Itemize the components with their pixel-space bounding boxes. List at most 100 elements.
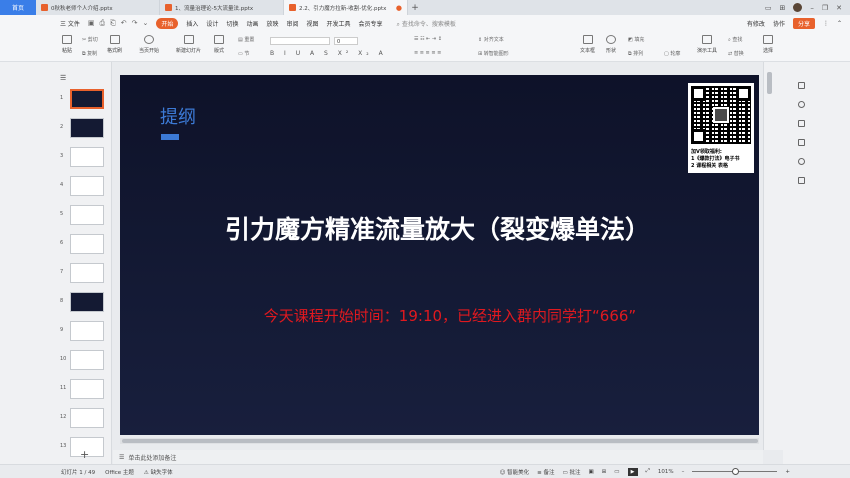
menu-animation[interactable]: 动画 xyxy=(246,19,258,28)
zoom-level[interactable]: 101% xyxy=(658,469,674,475)
save-icon[interactable]: ▣ xyxy=(88,19,95,28)
zoom-slider-knob[interactable] xyxy=(732,468,740,475)
smart-beautify-button[interactable]: ☺ 智能美化 xyxy=(500,468,530,476)
presentation-tools-button[interactable]: 演示工具 xyxy=(697,35,717,54)
theme-name[interactable]: Office 主题 xyxy=(105,468,134,476)
location-icon[interactable] xyxy=(798,158,805,165)
menu-review[interactable]: 审阅 xyxy=(286,19,298,28)
new-tab-button[interactable]: + xyxy=(408,0,422,15)
layout-button[interactable]: 版式 xyxy=(214,35,224,54)
chevron-down-icon[interactable]: ⌄ xyxy=(143,19,149,28)
new-slide-button[interactable]: 新建幻灯片 xyxy=(176,35,201,54)
font-name-select[interactable] xyxy=(270,37,330,45)
slide-thumbnail[interactable] xyxy=(70,176,104,196)
comments-button[interactable]: ▭ 批注 xyxy=(563,468,581,476)
modified-indicator[interactable]: 有修改 xyxy=(747,19,765,28)
grid-icon[interactable]: ⊞ xyxy=(779,4,785,12)
menu-developer[interactable]: 开发工具 xyxy=(327,19,351,28)
horizontal-scrollbar[interactable] xyxy=(120,438,759,444)
menu-start[interactable]: 开始 xyxy=(156,18,179,29)
slideshow-play-button[interactable]: ▶ xyxy=(627,467,638,476)
tab-home[interactable]: 首页 xyxy=(0,0,36,15)
slide-thumbnail[interactable] xyxy=(70,89,104,109)
share-button[interactable]: 分享 xyxy=(792,18,815,29)
animation-icon[interactable] xyxy=(798,120,805,127)
section-button[interactable]: ▭ 节 xyxy=(238,50,249,57)
collapse-ribbon-icon[interactable]: ⌃ xyxy=(837,20,842,27)
smart-art-button[interactable]: ⊞ 转智能图形 xyxy=(478,50,509,57)
zoom-in-button[interactable]: + xyxy=(785,469,790,475)
slide-start-time-note[interactable]: 今天课程开始时间：19:10，已经进入群内同学打“666” xyxy=(120,305,759,326)
slide-thumbnail[interactable] xyxy=(70,118,104,138)
find-button[interactable]: ⌕ 查找 xyxy=(728,36,742,43)
menu-insert[interactable]: 插入 xyxy=(186,19,198,28)
notes-toggle-button[interactable]: ≡ 备注 xyxy=(537,468,554,476)
slide-main-title[interactable]: 引力魔方精准流量放大（裂变爆单法） xyxy=(120,210,720,246)
notes-bar[interactable]: ☰ 单击此处添加备注 xyxy=(113,450,763,464)
slide-thumbnail[interactable] xyxy=(70,408,104,428)
minimize-icon[interactable]: – xyxy=(810,4,814,12)
more-icon[interactable]: ⋮ xyxy=(823,20,829,27)
format-painter-button[interactable]: 格式刷 xyxy=(107,35,122,54)
reset-button[interactable]: ▤ 重置 xyxy=(238,36,254,43)
slide-thumbnail[interactable] xyxy=(70,263,104,283)
copy-button[interactable]: ⧉ 复制 xyxy=(82,50,97,57)
missing-font-button[interactable]: ⚠ 缺失字体 xyxy=(144,468,173,476)
fit-icon[interactable]: ⤢ xyxy=(646,468,650,475)
align-buttons[interactable]: ≡ ≡ ≡ ≡ ≡ xyxy=(414,50,441,56)
format-buttons[interactable]: B I U A S X² X₂ A xyxy=(270,50,387,57)
reading-view-icon[interactable]: ▭ xyxy=(614,469,619,475)
slide-thumbnail[interactable] xyxy=(70,234,104,254)
menu-transition[interactable]: 切换 xyxy=(226,19,238,28)
settings-sliders-icon[interactable] xyxy=(798,82,805,89)
fill-button[interactable]: ◩ 填充 xyxy=(628,36,644,43)
add-slide-button[interactable]: + xyxy=(80,448,89,461)
slide-canvas[interactable]: 提纲 引力魔方精准流量放大（裂变爆单法） 今天课程开始时间：19:10，已经进入… xyxy=(120,75,759,435)
slide-thumbnail[interactable] xyxy=(70,292,104,312)
slide-thumbnail[interactable] xyxy=(70,321,104,341)
redo-icon[interactable]: ↷ xyxy=(132,19,138,28)
sorter-view-icon[interactable]: ⊞ xyxy=(602,469,607,475)
command-search[interactable]: ⌕ 查找命令、搜索模板 xyxy=(397,19,456,29)
cut-button[interactable]: ✂ 剪切 xyxy=(82,36,98,43)
normal-view-icon[interactable]: ▣ xyxy=(588,469,593,475)
menu-file[interactable]: 三 文件 xyxy=(60,19,80,28)
outline-button[interactable]: ▢ 轮廓 xyxy=(664,50,680,57)
export-icon[interactable]: ⎙ xyxy=(100,19,106,28)
undo-icon[interactable]: ↶ xyxy=(121,19,127,28)
layout-icon[interactable]: ▭ xyxy=(765,4,772,12)
arrange-button[interactable]: ⧉ 排列 xyxy=(628,50,643,57)
doc-tab[interactable]: 0秋秋老师个人介绍.pptx xyxy=(36,0,160,15)
text-box-button[interactable]: 文本框 xyxy=(580,35,595,54)
close-window-icon[interactable]: ✕ xyxy=(836,4,842,12)
font-size-select[interactable]: 0 xyxy=(334,37,358,45)
menu-view[interactable]: 视图 xyxy=(307,19,319,28)
slide-thumbnail[interactable] xyxy=(70,379,104,399)
zoom-out-button[interactable]: – xyxy=(682,469,685,475)
slide-thumbnail[interactable] xyxy=(70,205,104,225)
menu-slideshow[interactable]: 放映 xyxy=(266,19,278,28)
transition-icon[interactable] xyxy=(798,139,805,146)
slide-thumbnail[interactable] xyxy=(70,147,104,167)
shape-style-icon[interactable] xyxy=(798,101,805,108)
doc-tab[interactable]: 1、流量治理论-5大流量法.pptx xyxy=(160,0,284,15)
paste-button[interactable]: 粘贴 xyxy=(62,35,72,54)
text-align-button[interactable]: ⇕ 对齐文本 xyxy=(478,36,504,43)
list-buttons[interactable]: ☰ ☷ ⇤ ⇥ ↕ xyxy=(414,36,442,42)
print-icon[interactable]: ⎗ xyxy=(110,19,116,28)
thumbnail-view-icon[interactable]: ☰ xyxy=(60,74,66,82)
play-from-current-button[interactable]: 当页开始 xyxy=(139,35,159,54)
menu-member[interactable]: 会员专享 xyxy=(359,19,383,28)
zoom-slider[interactable] xyxy=(692,468,778,475)
shape-button[interactable]: 形状 xyxy=(606,35,616,54)
vertical-scrollbar-thumb[interactable] xyxy=(767,72,772,94)
avatar[interactable] xyxy=(793,3,803,12)
template-icon[interactable] xyxy=(798,177,805,184)
slide-thumbnail[interactable] xyxy=(70,350,104,370)
doc-tab-active[interactable]: 2.2、引力魔方拉新-收割-优化.pptx ● xyxy=(284,0,408,15)
collaborate-button[interactable]: 协作 xyxy=(773,19,785,28)
menu-design[interactable]: 设计 xyxy=(206,19,218,28)
replace-button[interactable]: ⇄ 替换 xyxy=(728,50,744,57)
outline-title[interactable]: 提纲 xyxy=(160,103,196,129)
restore-icon[interactable]: ❐ xyxy=(822,4,828,12)
